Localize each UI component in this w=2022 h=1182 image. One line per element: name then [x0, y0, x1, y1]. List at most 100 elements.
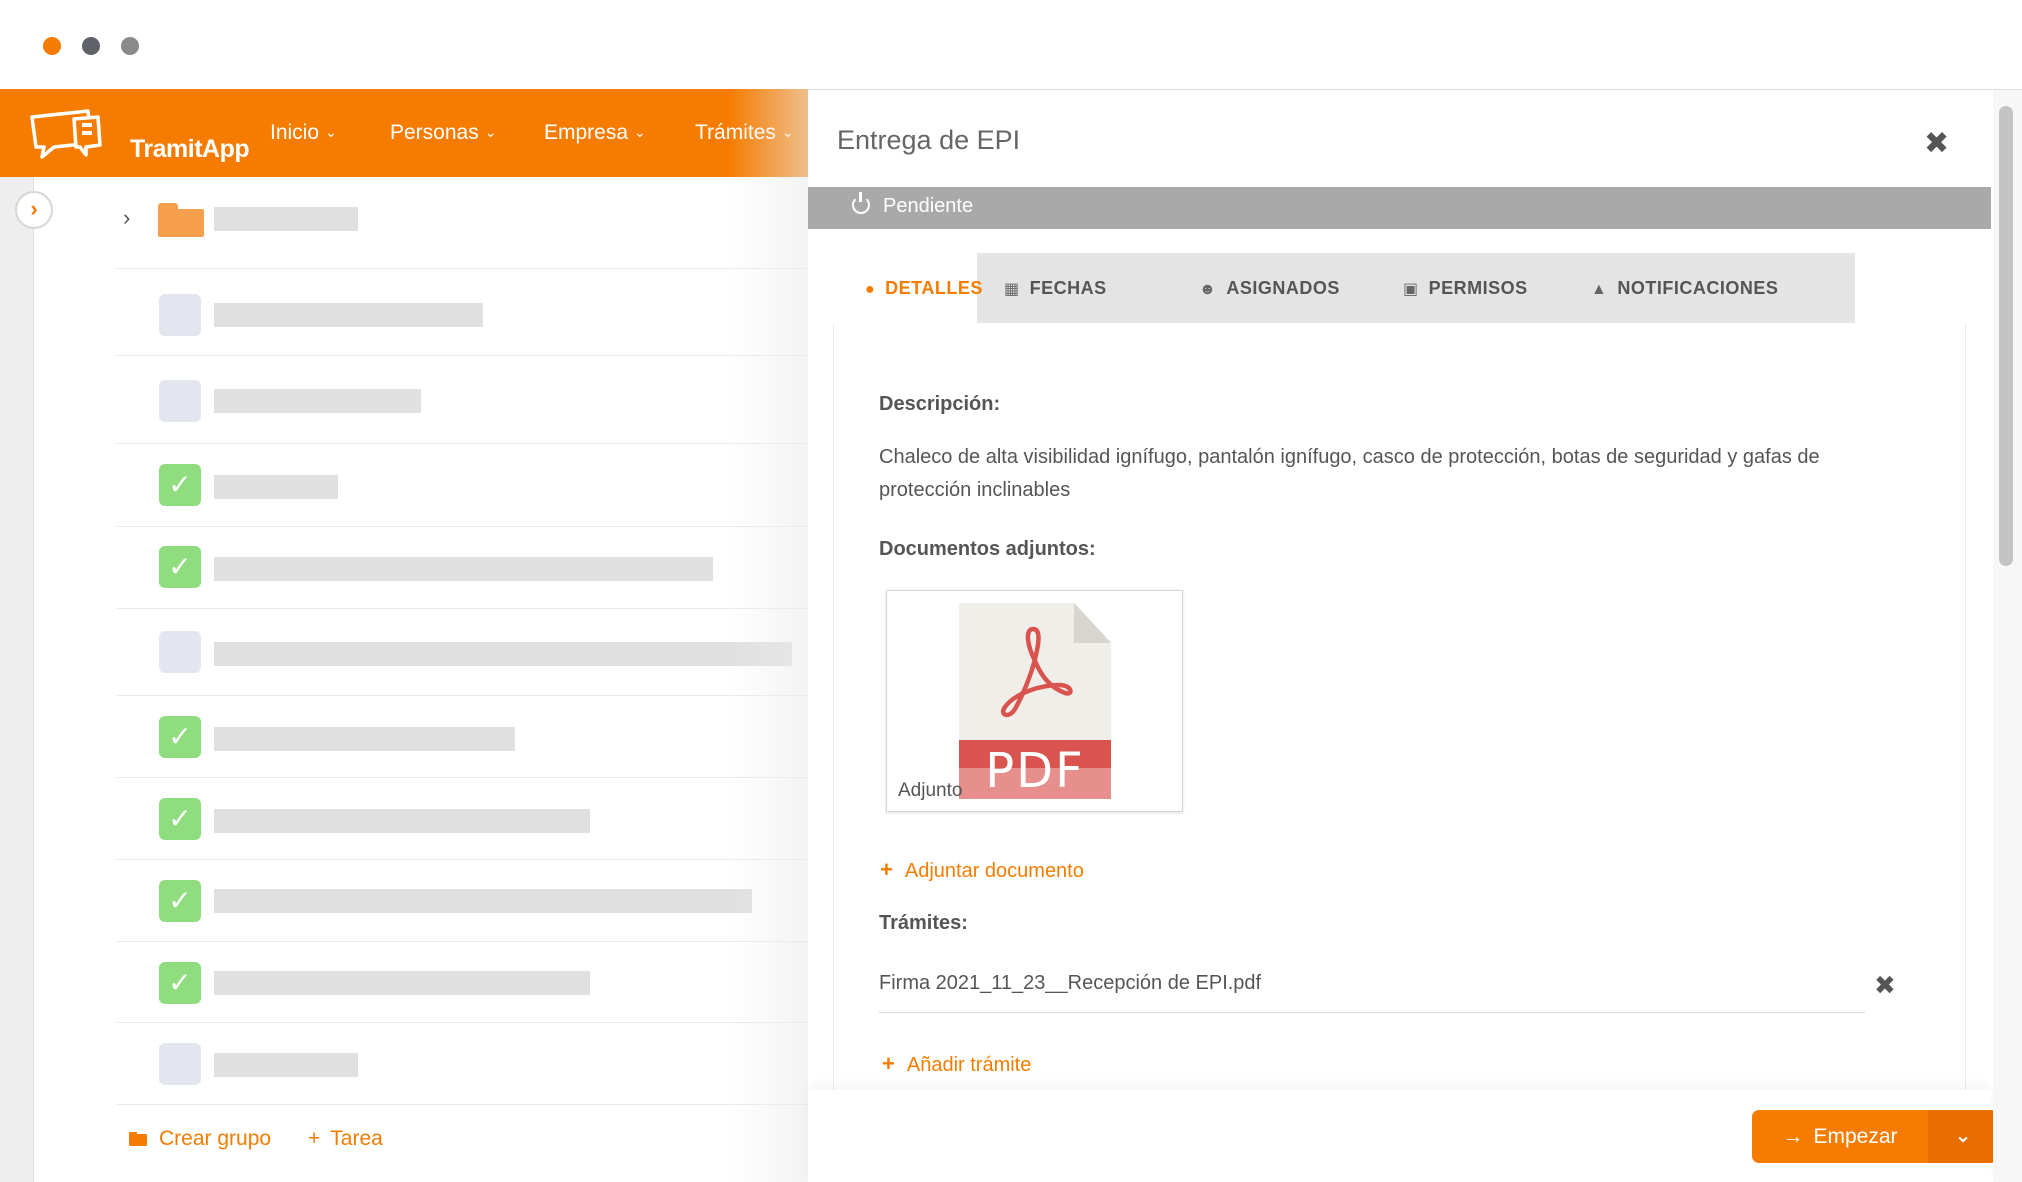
logo-wordmark: TramitApp: [130, 135, 250, 163]
chevron-right-icon: ›: [30, 196, 38, 221]
task-title-placeholder: [214, 475, 338, 499]
nav-label: Empresa: [544, 121, 629, 144]
description-label: Descripción:: [879, 393, 1001, 415]
nav-label: Personas: [390, 121, 479, 144]
attachment-name: Adjunto: [898, 780, 963, 801]
acrobat-icon: [1000, 626, 1073, 718]
sidebar-collapsed: [0, 177, 34, 1182]
nav-empresa[interactable]: Empresa ⌄: [544, 121, 646, 145]
task-title-placeholder: [214, 1053, 358, 1077]
add-tramite-link[interactable]: + Añadir trámite: [882, 1051, 1031, 1077]
nav-label: Trámites: [695, 121, 776, 144]
row-divider: [116, 608, 808, 609]
calendar-icon: ▦: [1004, 281, 1020, 298]
row-divider: [116, 268, 808, 269]
chevron-down-icon: ⌄: [484, 124, 497, 140]
tab-permisos[interactable]: ▣ PERMISOS: [1403, 253, 1528, 323]
task-checkbox-checked[interactable]: ✓: [159, 546, 201, 588]
check-icon: ✓: [168, 885, 192, 916]
start-dropdown-button[interactable]: ⌄: [1928, 1110, 1998, 1163]
plus-icon: +: [882, 1051, 895, 1076]
task-checkbox[interactable]: [159, 380, 201, 422]
task-title-placeholder: [214, 303, 483, 327]
start-button-label: Empezar: [1813, 1125, 1898, 1148]
start-button[interactable]: → Empezar: [1752, 1110, 1928, 1163]
task-checkbox-checked[interactable]: ✓: [159, 464, 201, 506]
status-bar[interactable]: Pendiente: [808, 187, 1991, 229]
add-task-label: Tarea: [330, 1127, 383, 1150]
chevron-down-icon: ⌄: [634, 124, 646, 140]
task-checkbox-checked[interactable]: ✓: [159, 716, 201, 758]
check-icon: ✓: [168, 721, 192, 752]
chevron-down-icon: ⌄: [325, 124, 337, 140]
row-divider: [116, 355, 808, 356]
close-icon[interactable]: ✖: [1924, 126, 1949, 161]
create-group-label: Crear grupo: [159, 1127, 272, 1150]
task-checkbox-checked[interactable]: ✓: [159, 880, 201, 922]
bell-icon: ▲: [1591, 281, 1608, 298]
task-title-placeholder: [214, 727, 515, 751]
task-title-placeholder: [214, 971, 590, 995]
documents-label: Documentos adjuntos:: [879, 538, 1096, 560]
tab-detalles[interactable]: ● DETALLES: [833, 253, 982, 323]
app-main: TramitApp Inicio ⌄ Personas ⌄ Empresa ⌄ Trá…: [0, 89, 808, 1182]
lock-icon: ▣: [1403, 281, 1419, 298]
add-tramite-label: Añadir trámite: [906, 1054, 1032, 1076]
row-divider: [116, 941, 808, 942]
task-title-placeholder: [214, 889, 752, 913]
attachment-card[interactable]: PDF Adjunto: [886, 590, 1183, 812]
tab-label: ASIGNADOS: [1226, 278, 1340, 298]
tramites-label: Trámites:: [879, 912, 968, 934]
tab-label: FECHAS: [1029, 278, 1107, 298]
folder-icon: [158, 203, 204, 237]
task-checkbox[interactable]: [159, 294, 201, 336]
chevron-right-icon[interactable]: ›: [123, 205, 130, 231]
row-divider: [116, 777, 808, 778]
status-label: Pendiente: [883, 195, 974, 217]
tramite-divider: [879, 1012, 1865, 1013]
pdf-file-icon: PDF: [959, 603, 1111, 799]
check-icon: ✓: [168, 551, 192, 582]
tab-fechas[interactable]: ▦ FECHAS: [1004, 253, 1107, 323]
window-close-dot[interactable]: [43, 37, 61, 55]
arrow-right-icon: →: [1782, 1125, 1804, 1148]
remove-tramite-icon[interactable]: ✖: [1874, 970, 1896, 1001]
nav-inicio[interactable]: Inicio ⌄: [270, 121, 337, 145]
window-minimize-dot[interactable]: [82, 37, 100, 55]
nav-tramites[interactable]: Trámites ⌄: [695, 121, 794, 145]
task-title-placeholder: [214, 809, 590, 833]
chevron-down-icon: ⌄: [781, 124, 794, 140]
tramitapp-logo[interactable]: TramitApp: [28, 105, 250, 163]
scrollbar-thumb[interactable]: [1999, 106, 2013, 566]
tramite-file-name[interactable]: Firma 2021_11_23__Recepción de EPI.pdf: [879, 972, 1261, 995]
tab-notificaciones[interactable]: ▲ NOTIFICACIONES: [1591, 253, 1778, 323]
window-maximize-dot[interactable]: [121, 37, 139, 55]
tab-asignados[interactable]: ☻ ASIGNADOS: [1199, 253, 1340, 323]
attach-document-label: Adjuntar documento: [904, 860, 1084, 882]
create-group-button[interactable]: Crear grupo: [129, 1127, 271, 1151]
add-task-button[interactable]: + Tarea: [308, 1127, 383, 1151]
attach-document-link[interactable]: + Adjuntar documento: [880, 857, 1084, 883]
panel-footer: → Empezar ⌄: [808, 1090, 1998, 1182]
plus-icon: +: [308, 1127, 321, 1150]
nav-personas[interactable]: Personas ⌄: [390, 121, 496, 145]
chevron-down-icon: ⌄: [1954, 1125, 1972, 1147]
task-title-placeholder: [214, 389, 421, 413]
check-icon: ✓: [168, 967, 192, 998]
plus-icon: +: [880, 857, 893, 882]
window-titlebar: [0, 0, 2022, 89]
row-divider: [116, 859, 808, 860]
task-checkbox-checked[interactable]: ✓: [159, 798, 201, 840]
description-text: Chaleco de alta visibilidad ignífugo, pa…: [879, 446, 1820, 501]
info-circle-icon: ●: [865, 281, 876, 298]
check-icon: ✓: [168, 803, 192, 834]
task-checkbox[interactable]: [159, 631, 201, 673]
tab-label: PERMISOS: [1428, 278, 1528, 298]
check-icon: ✓: [168, 469, 192, 500]
task-checkbox-checked[interactable]: ✓: [159, 962, 201, 1004]
speech-bubble-logo-icon: [30, 109, 102, 159]
tab-label: DETALLES: [885, 278, 983, 298]
top-navbar: TramitApp Inicio ⌄ Personas ⌄ Empresa ⌄ Trá…: [0, 89, 808, 177]
sidebar-toggle-button[interactable]: ›: [15, 191, 53, 229]
task-checkbox[interactable]: [159, 1043, 201, 1085]
